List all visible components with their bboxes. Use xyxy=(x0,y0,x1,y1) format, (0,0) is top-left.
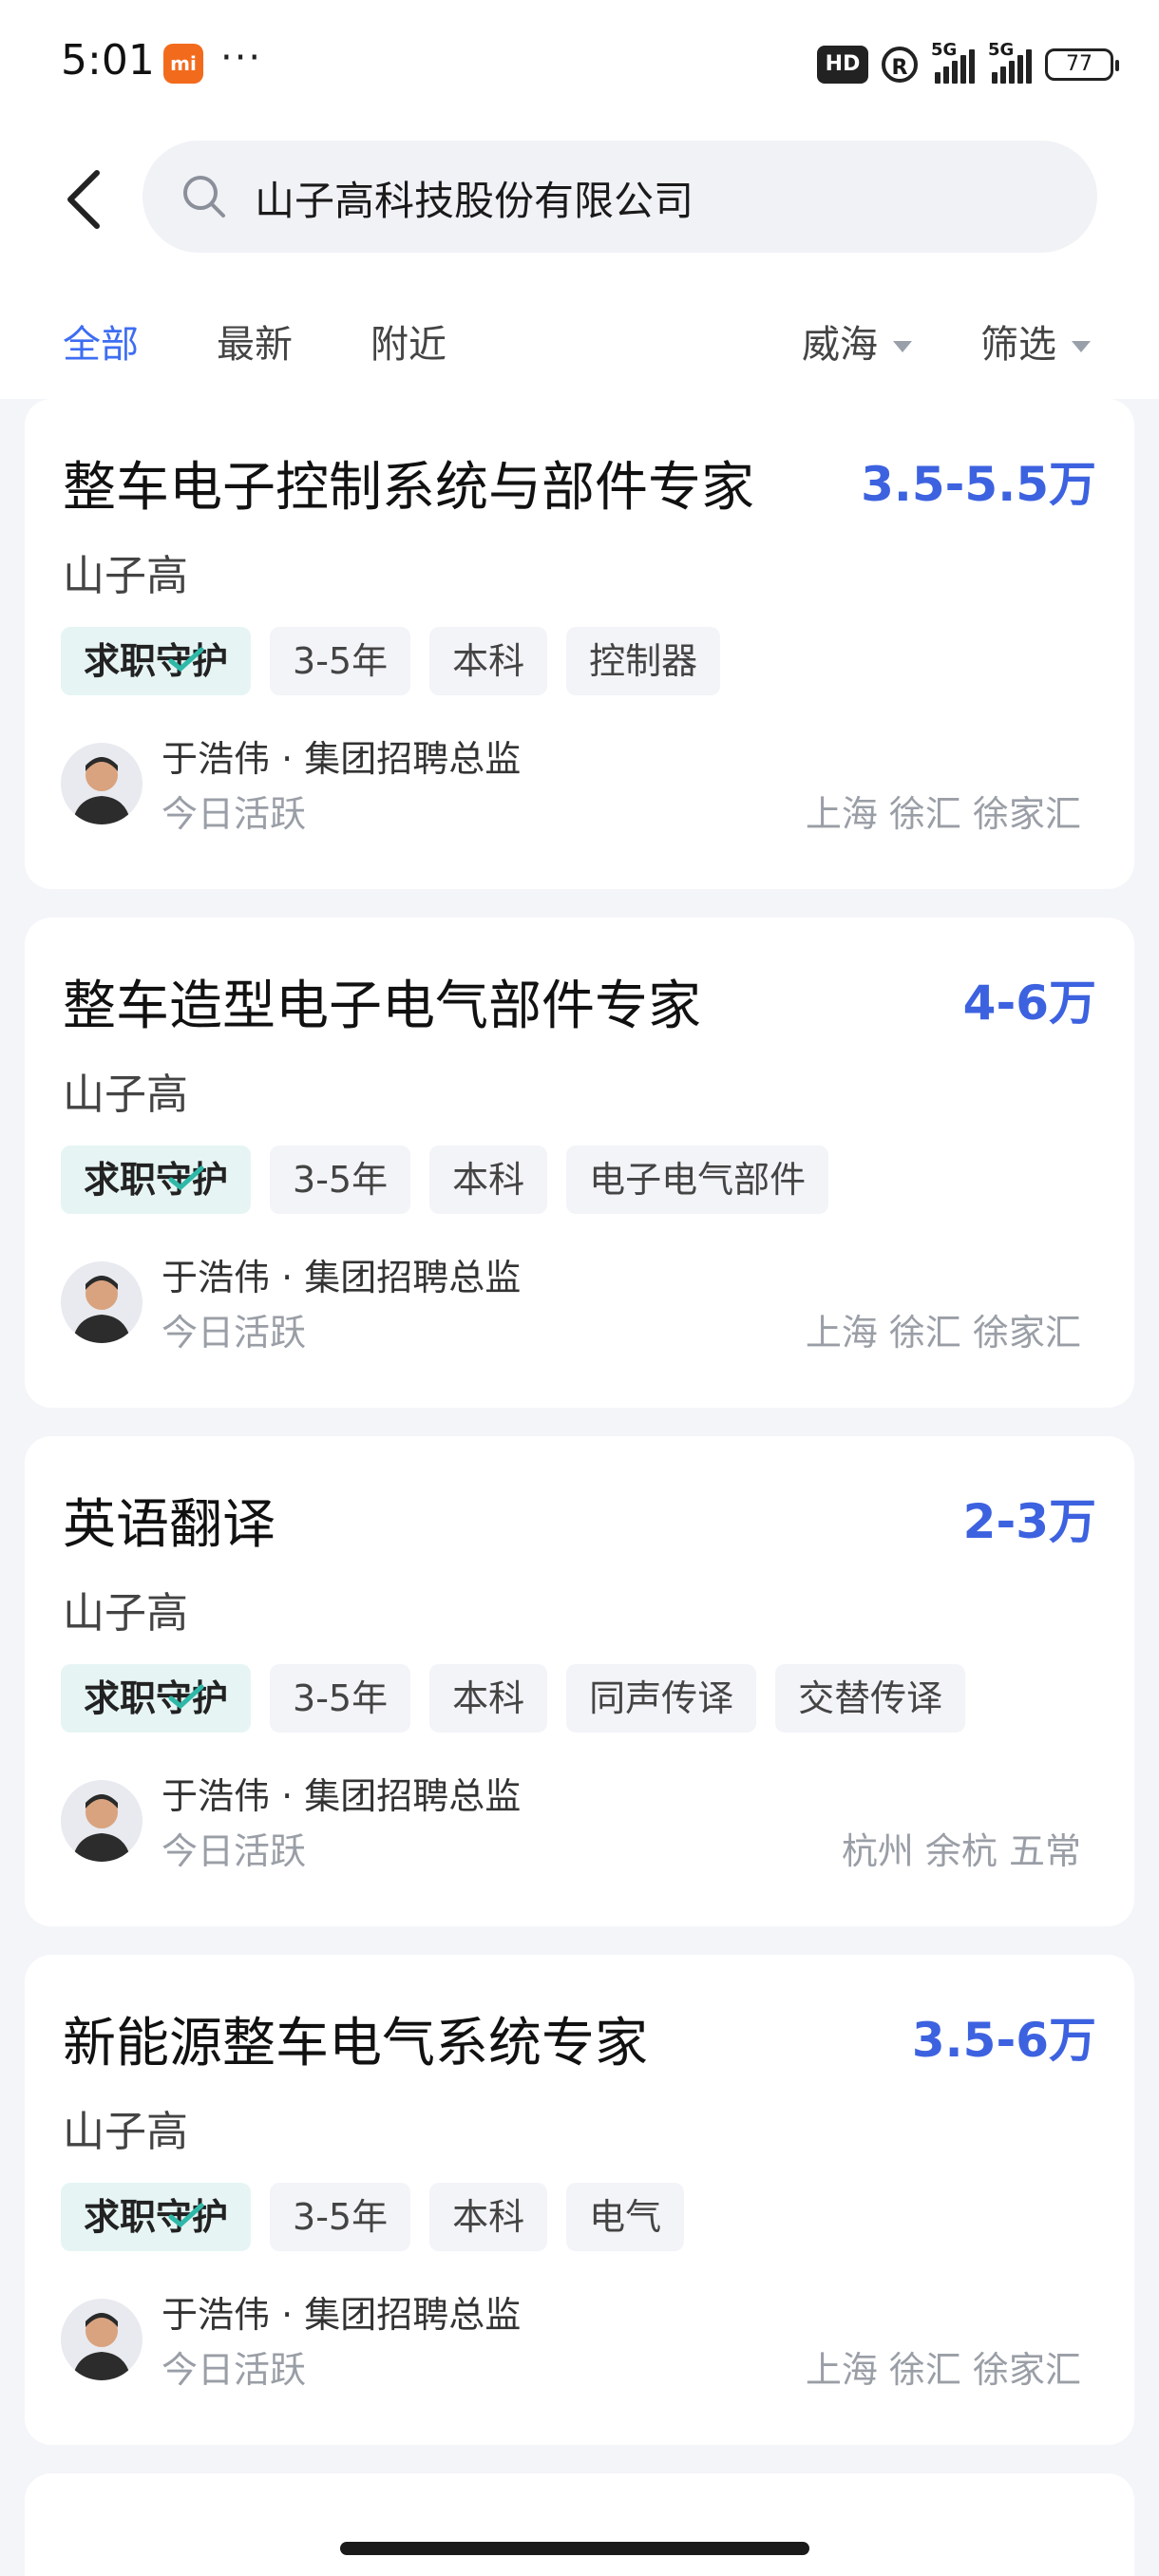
signal-2-label: 5G xyxy=(988,40,1015,60)
check-icon xyxy=(168,2203,204,2228)
chevron-down-icon xyxy=(1072,341,1091,352)
tag-skill: 同声传译 xyxy=(566,1664,757,1733)
check-icon xyxy=(168,1165,204,1191)
job-tags: 求职守护 3-5年 本科 控制器 xyxy=(61,627,721,695)
search-header: 山子高科技股份有限公司 全部 最新 附近 威海 筛选 xyxy=(0,123,1159,399)
job-card[interactable] xyxy=(25,2473,1134,2576)
recruiter-info: 于浩伟 · 集团招聘总监 xyxy=(162,738,522,780)
recruiter-info: 于浩伟 · 集团招聘总监 xyxy=(162,2294,522,2336)
check-icon xyxy=(168,647,204,672)
tag-education: 本科 xyxy=(429,2183,548,2251)
job-guard-tag: 求职守护 xyxy=(61,1664,252,1733)
job-guard-tag: 求职守护 xyxy=(61,2183,252,2251)
check-icon xyxy=(168,1684,204,1710)
tag-skill: 电气 xyxy=(566,2183,685,2251)
hd-voice-icon: HD xyxy=(817,46,868,84)
tag-education: 本科 xyxy=(429,1146,548,1214)
job-title: 英语翻译 xyxy=(63,1494,276,1556)
battery-icon: 77 xyxy=(1045,48,1119,81)
mi-notification-icon: mi xyxy=(163,44,203,84)
job-card[interactable]: 英语翻译 2-3万 山子高 求职守护 3-5年 本科 同声传译 交替传译 于浩伟… xyxy=(25,1436,1134,1926)
job-location: 上海 徐汇 徐家汇 xyxy=(805,1312,1081,1354)
tag-skill: 交替传译 xyxy=(775,1664,966,1733)
home-indicator[interactable] xyxy=(340,2542,809,2555)
filter-label: 筛选 xyxy=(980,323,1056,367)
filter-dropdown[interactable]: 筛选 xyxy=(980,313,1091,369)
status-time: 5:01 xyxy=(61,36,155,85)
city-filter-label: 威海 xyxy=(802,323,878,367)
tag-experience: 3-5年 xyxy=(270,1146,411,1214)
job-title: 新能源整车电气系统专家 xyxy=(63,2013,648,2074)
company-name: 山子高 xyxy=(63,1589,188,1638)
job-salary: 3.5-6万 xyxy=(911,2013,1096,2068)
status-indicators: HD R 5G 5G 77 xyxy=(817,40,1119,87)
job-guard-tag: 求职守护 xyxy=(61,627,252,695)
tag-skill: 控制器 xyxy=(566,627,721,695)
tab-nearby[interactable]: 附近 xyxy=(370,313,446,369)
recruiter-avatar xyxy=(61,743,142,824)
tab-all[interactable]: 全部 xyxy=(63,313,139,369)
job-salary: 2-3万 xyxy=(962,1494,1096,1549)
job-title: 整车造型电子电气部件专家 xyxy=(63,975,701,1037)
chevron-down-icon xyxy=(893,341,912,352)
recruiter-info: 于浩伟 · 集团招聘总监 xyxy=(162,1257,522,1298)
active-status: 今日活跃 xyxy=(162,1830,307,1872)
job-card[interactable]: 整车电子控制系统与部件专家 3.5-5.5万 山子高 求职守护 3-5年 本科 … xyxy=(25,399,1134,889)
tag-education: 本科 xyxy=(429,1664,548,1733)
job-location: 上海 徐汇 徐家汇 xyxy=(805,2349,1081,2391)
more-notifications-icon: ··· xyxy=(220,36,263,80)
tag-skill: 电子电气部件 xyxy=(566,1146,829,1214)
tab-latest[interactable]: 最新 xyxy=(217,313,293,369)
signal-2-icon: 5G xyxy=(988,40,1032,84)
job-title: 整车电子控制系统与部件专家 xyxy=(63,457,754,519)
job-tags: 求职守护 3-5年 本科 同声传译 交替传译 xyxy=(61,1664,966,1733)
roaming-icon: R xyxy=(882,47,918,83)
active-status: 今日活跃 xyxy=(162,1312,307,1354)
search-query[interactable]: 山子高科技股份有限公司 xyxy=(255,169,694,227)
tag-education: 本科 xyxy=(429,627,548,695)
job-salary: 4-6万 xyxy=(962,975,1096,1031)
company-name: 山子高 xyxy=(63,552,188,600)
job-guard-label: 求职守护 xyxy=(84,1159,229,1201)
signal-1-icon: 5G xyxy=(931,40,975,84)
job-guard-tag: 求职守护 xyxy=(61,1146,252,1214)
status-bar: 5:01 mi ··· HD R 5G 5G 77 xyxy=(0,0,1159,123)
search-bar[interactable]: 山子高科技股份有限公司 xyxy=(142,141,1097,253)
tag-experience: 3-5年 xyxy=(270,627,411,695)
active-status: 今日活跃 xyxy=(162,793,307,835)
back-arrow-icon xyxy=(67,170,100,229)
job-guard-label: 求职守护 xyxy=(84,2196,229,2238)
job-tags: 求职守护 3-5年 本科 电子电气部件 xyxy=(61,1146,829,1214)
signal-1-label: 5G xyxy=(931,40,958,60)
job-card[interactable]: 新能源整车电气系统专家 3.5-6万 山子高 求职守护 3-5年 本科 电气 于… xyxy=(25,1955,1134,2445)
search-icon xyxy=(183,176,225,218)
job-salary: 3.5-5.5万 xyxy=(861,457,1096,512)
company-name: 山子高 xyxy=(63,1070,188,1119)
recruiter-avatar xyxy=(61,2299,142,2380)
recruiter-avatar xyxy=(61,1261,142,1343)
job-guard-label: 求职守护 xyxy=(84,640,229,682)
job-location: 上海 徐汇 徐家汇 xyxy=(805,793,1081,835)
screen: 5:01 mi ··· HD R 5G 5G 77 山子高科技股份有限公司 全部… xyxy=(0,0,1159,2576)
city-filter[interactable]: 威海 xyxy=(802,313,912,369)
job-card[interactable]: 整车造型电子电气部件专家 4-6万 山子高 求职守护 3-5年 本科 电子电气部… xyxy=(25,918,1134,1408)
active-status: 今日活跃 xyxy=(162,2349,307,2391)
company-name: 山子高 xyxy=(63,2108,188,2156)
tag-experience: 3-5年 xyxy=(270,1664,411,1733)
job-location: 杭州 余杭 五常 xyxy=(841,1830,1081,1872)
job-guard-label: 求职守护 xyxy=(84,1677,229,1719)
recruiter-avatar xyxy=(61,1780,142,1862)
job-tags: 求职守护 3-5年 本科 电气 xyxy=(61,2183,685,2251)
tab-bar: 全部 最新 附近 威海 筛选 xyxy=(0,304,1159,389)
recruiter-info: 于浩伟 · 集团招聘总监 xyxy=(162,1775,522,1817)
tag-experience: 3-5年 xyxy=(270,2183,411,2251)
back-button[interactable] xyxy=(57,161,114,237)
